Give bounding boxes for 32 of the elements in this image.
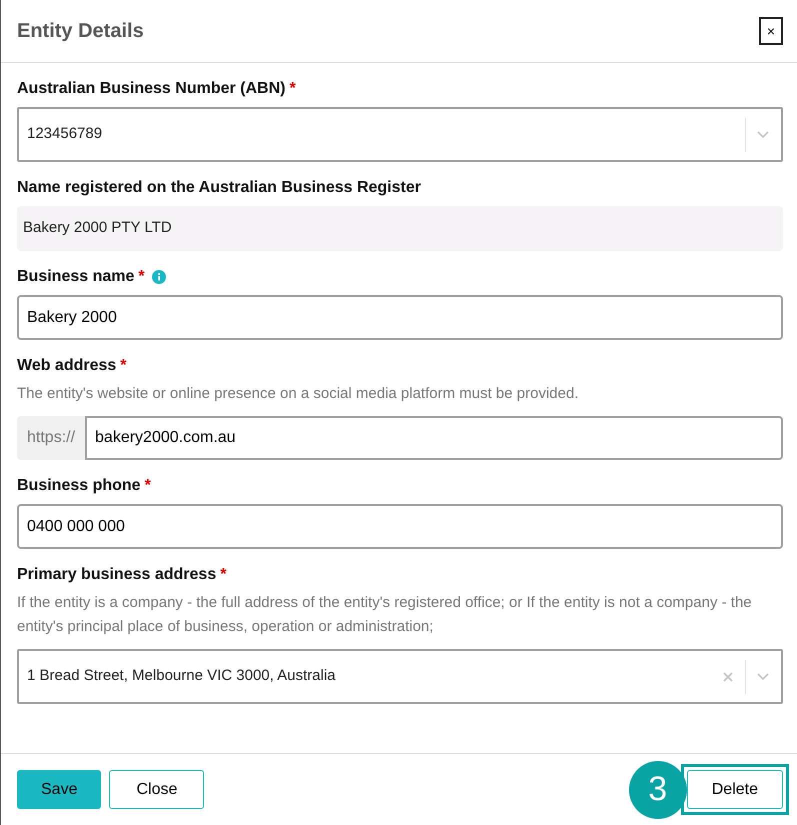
delete-button[interactable]: Delete <box>686 770 783 809</box>
close-button[interactable]: Close <box>109 770 204 809</box>
required-marker: * <box>220 565 226 585</box>
field-label: Business phone <box>17 476 141 496</box>
field-label: Web address <box>17 356 116 376</box>
dialog-title: Entity Details <box>17 19 144 44</box>
clear-icon[interactable] <box>723 672 733 682</box>
select-value: 1 Bread Street, Melbourne VIC 3000, Australia <box>27 666 337 686</box>
url-prefix: https:// <box>17 416 86 460</box>
select-value: 123456789 <box>27 124 104 144</box>
field-label: Australian Business Number (ABN) <box>17 79 286 99</box>
required-marker: * <box>290 79 296 99</box>
required-marker: * <box>120 356 127 376</box>
step-badge: 3 <box>628 760 687 818</box>
field-label: Primary business address <box>17 565 216 585</box>
required-marker: * <box>144 476 151 496</box>
select-field[interactable]: 123456789 <box>17 107 783 162</box>
chevron-down-icon[interactable] <box>757 672 769 680</box>
help-text: The entity's website or online presence on a social media platform must be provided. <box>17 384 580 404</box>
chevron-down-icon[interactable] <box>757 130 769 138</box>
text-field[interactable]: Bakery 2000 <box>17 295 783 340</box>
info-icon[interactable] <box>152 270 166 284</box>
field-label: Business name <box>17 267 134 287</box>
field-label: Name registered on the Australian Business Register <box>17 178 421 198</box>
text-field[interactable]: 0400 000 000 <box>17 504 783 549</box>
close-button[interactable]: × <box>759 17 783 45</box>
required-marker: * <box>138 267 145 287</box>
help-text: If the entity is a company - the full address of the entity's registered office; or If the entity is not a company - the entity's principal place of business, operation or administration; <box>17 593 753 637</box>
readonly-field: Bakery 2000 PTY LTD <box>17 206 783 251</box>
save-button[interactable]: Save <box>17 770 102 809</box>
url-field[interactable]: bakery2000.com.au <box>85 416 783 460</box>
select-field[interactable]: 1 Bread Street, Melbourne VIC 3000, Australia <box>17 649 783 704</box>
